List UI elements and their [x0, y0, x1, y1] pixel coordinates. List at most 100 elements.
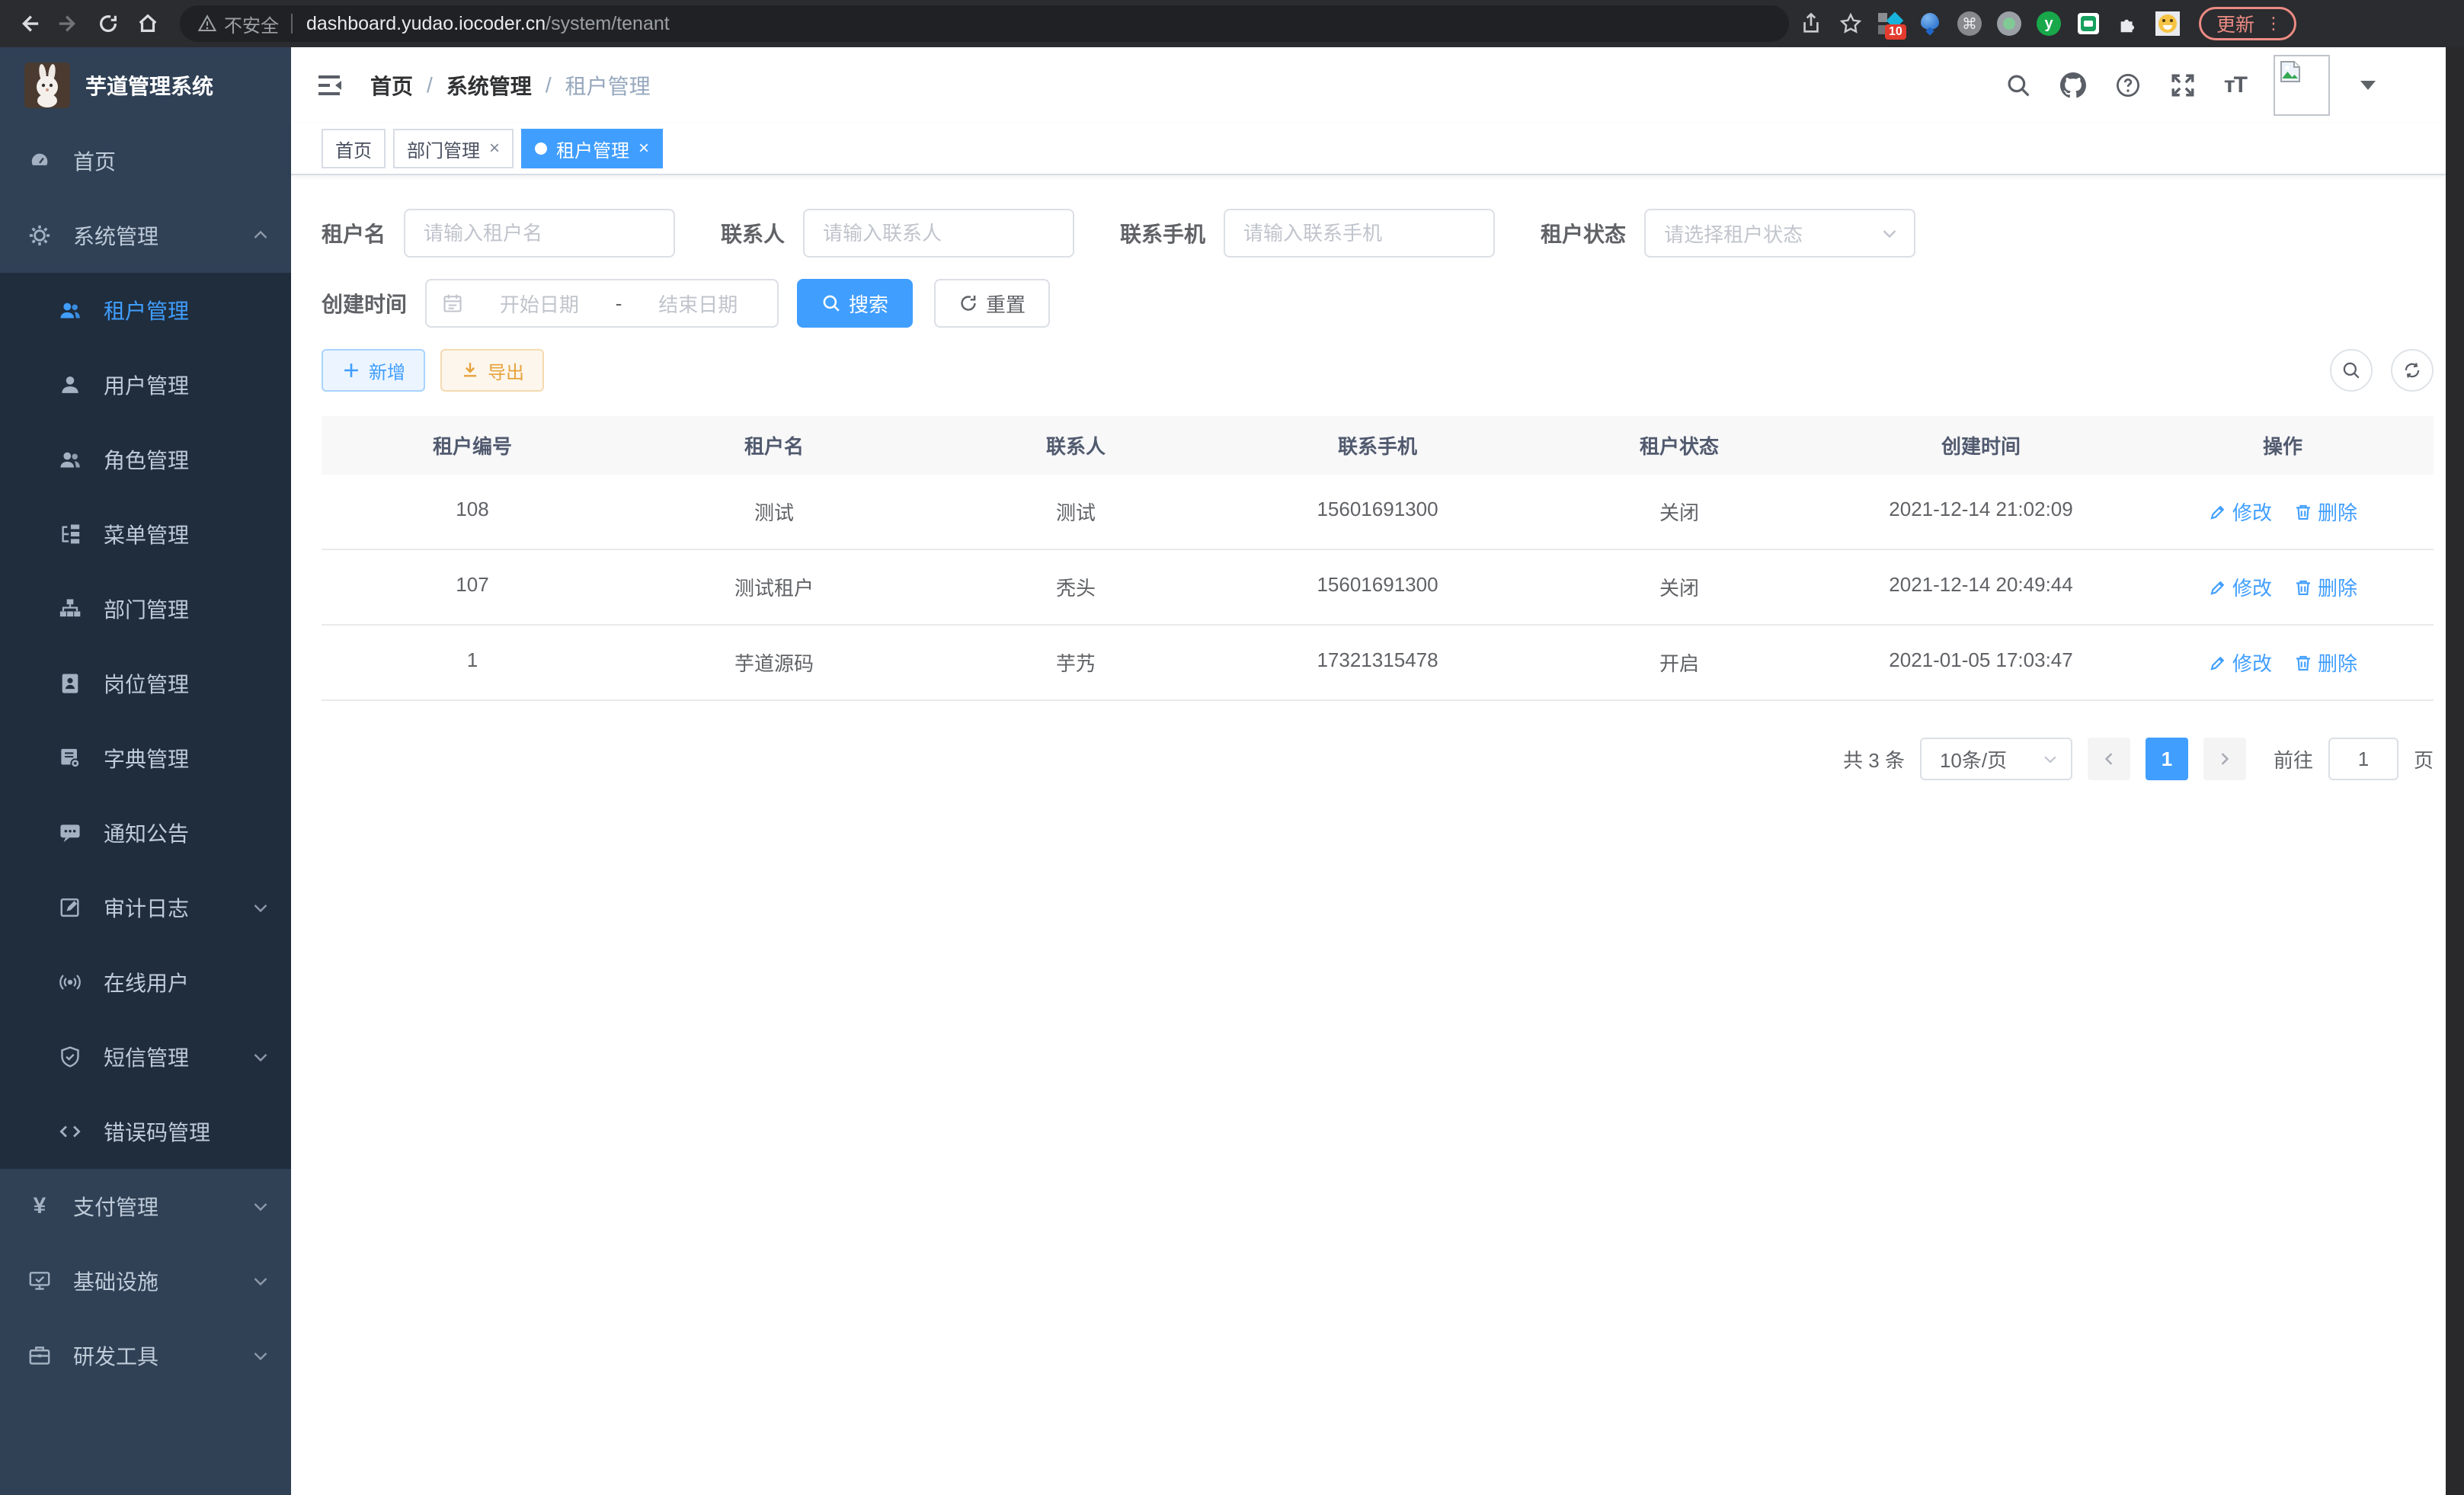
address-bar[interactable]: 不安全 dashboard.yudao.iocoder.cn/system/te… — [180, 5, 1789, 42]
browser-home-icon[interactable] — [128, 4, 168, 43]
tab-tenant[interactable]: 租户管理 × — [521, 129, 663, 168]
sidebar-item-home[interactable]: 首页 — [0, 123, 291, 198]
sidebar-item-payment[interactable]: ¥ 支付管理 — [0, 1169, 291, 1244]
browser-forward-icon[interactable] — [49, 4, 88, 43]
fullscreen-icon[interactable] — [2169, 72, 2197, 99]
browser-reload-icon[interactable] — [88, 4, 128, 43]
code-icon — [58, 1119, 82, 1144]
sidebar-item-user[interactable]: 用户管理 — [0, 347, 291, 422]
edit-link[interactable]: 修改 — [2208, 573, 2272, 601]
extensions-puzzle-icon[interactable] — [2115, 11, 2141, 37]
refresh-icon — [2402, 360, 2422, 380]
edit-log-icon — [58, 895, 82, 920]
sidebar-item-sms[interactable]: 短信管理 — [0, 1020, 291, 1094]
app-title: 芋道管理系统 — [85, 70, 213, 101]
browser-back-icon[interactable] — [9, 4, 49, 43]
export-button[interactable]: 导出 — [440, 349, 544, 392]
sidebar-item-dict[interactable]: 字典管理 — [0, 721, 291, 796]
help-icon[interactable] — [2114, 72, 2142, 99]
sidebar-item-dev-tools[interactable]: 研发工具 — [0, 1318, 291, 1393]
page-number-active[interactable]: 1 — [2146, 738, 2188, 780]
page-size-select[interactable]: 10条/页 — [1920, 738, 2072, 780]
reset-button[interactable]: 重置 — [934, 279, 1050, 328]
delete-link[interactable]: 删除 — [2293, 648, 2357, 677]
font-size-icon[interactable]: ᴛT — [2224, 72, 2246, 98]
pagination: 共 3 条 10条/页 1 前往 页 — [322, 738, 2434, 780]
show-search-button[interactable] — [2330, 349, 2373, 392]
sidebar-item-role[interactable]: 角色管理 — [0, 422, 291, 497]
edit-link[interactable]: 修改 — [2208, 648, 2272, 677]
delete-link[interactable]: 删除 — [2293, 498, 2357, 526]
breadcrumb-separator: / — [427, 73, 433, 98]
extension-y-icon[interactable]: y — [2036, 11, 2062, 37]
avatar-dropdown-icon[interactable] — [2360, 81, 2376, 90]
extension-record-icon[interactable] — [1996, 11, 2022, 37]
sidebar-item-audit-log[interactable]: 审计日志 — [0, 870, 291, 945]
sidebar-item-tenant[interactable]: 租户管理 — [0, 273, 291, 347]
header-search-icon[interactable] — [2005, 72, 2032, 99]
extension-chat-icon[interactable] — [2075, 11, 2101, 37]
tab-home[interactable]: 首页 — [322, 129, 386, 168]
sidebar-toggle-icon[interactable] — [312, 69, 346, 102]
user-icon — [58, 373, 82, 397]
tab-label: 首页 — [335, 136, 372, 162]
prev-page-button[interactable] — [2088, 738, 2130, 780]
goto-page-input[interactable] — [2328, 738, 2398, 780]
browser-menu-icon[interactable]: ⋮ — [2265, 15, 2282, 32]
page-scrollbar[interactable] — [2446, 47, 2464, 1495]
sidebar-item-system[interactable]: 系统管理 — [0, 198, 291, 273]
bookmark-star-icon[interactable] — [1838, 11, 1864, 37]
page-unit-label: 页 — [2414, 745, 2434, 773]
mobile-input[interactable] — [1224, 209, 1495, 258]
breadcrumb-home[interactable]: 首页 — [370, 70, 413, 101]
chevron-down-icon — [251, 1346, 270, 1365]
col-tenant-id: 租户编号 — [322, 416, 623, 475]
share-icon[interactable] — [1798, 11, 1824, 37]
table-header: 租户编号 租户名 联系人 联系手机 租户状态 创建时间 操作 — [322, 416, 2434, 475]
sidebar-item-infra[interactable]: 基础设施 — [0, 1244, 291, 1318]
extension-balloon-icon[interactable] — [1917, 11, 1943, 37]
edit-link[interactable]: 修改 — [2208, 498, 2272, 526]
trash-icon — [2293, 502, 2313, 522]
app-logo[interactable]: 芋道管理系统 — [0, 47, 291, 123]
status-select[interactable]: 请选择租户状态 — [1644, 209, 1915, 258]
sidebar-item-notice[interactable]: 通知公告 — [0, 796, 291, 870]
tab-close-icon[interactable]: × — [489, 139, 500, 158]
roles-icon — [58, 447, 82, 472]
sidebar: 芋道管理系统 首页 系统管理 租户管 — [0, 47, 291, 1495]
next-page-button[interactable] — [2203, 738, 2246, 780]
add-button[interactable]: 新增 — [322, 349, 425, 392]
message-icon — [58, 821, 82, 845]
chevron-down-icon — [1880, 224, 1899, 242]
sidebar-item-online-users[interactable]: 在线用户 — [0, 945, 291, 1020]
profile-avatar-icon[interactable] — [2155, 11, 2181, 37]
date-start-placeholder: 开始日期 — [475, 290, 603, 318]
sidebar-item-menu[interactable]: 菜单管理 — [0, 497, 291, 571]
tree-icon — [58, 522, 82, 546]
delete-link[interactable]: 删除 — [2293, 573, 2357, 601]
tab-close-icon[interactable]: × — [638, 139, 649, 158]
github-icon[interactable] — [2059, 72, 2087, 99]
browser-update-button[interactable]: 更新 ⋮ — [2199, 7, 2296, 40]
sidebar-item-post[interactable]: 岗位管理 — [0, 646, 291, 721]
avatar[interactable] — [2274, 55, 2330, 116]
breadcrumb-section[interactable]: 系统管理 — [446, 70, 532, 101]
tab-label: 租户管理 — [556, 136, 629, 162]
total-count: 共 3 条 — [1843, 745, 1905, 773]
contact-input[interactable] — [803, 209, 1074, 258]
status-label: 租户状态 — [1541, 218, 1626, 248]
tab-dept[interactable]: 部门管理 × — [393, 129, 514, 168]
sidebar-item-dept[interactable]: 部门管理 — [0, 571, 291, 646]
sidebar-item-error-code[interactable]: 错误码管理 — [0, 1094, 291, 1169]
extension-workspace-icon[interactable]: 10 — [1877, 11, 1903, 37]
refresh-table-button[interactable] — [2391, 349, 2434, 392]
search-button[interactable]: 搜索 — [797, 279, 913, 328]
tenant-name-input[interactable] — [404, 209, 675, 258]
extension-command-icon[interactable]: ⌘ — [1957, 11, 1982, 37]
id-badge-icon — [58, 671, 82, 696]
date-range-picker[interactable]: 开始日期 - 结束日期 — [425, 279, 779, 328]
broadcast-icon — [58, 970, 82, 994]
navbar: 首页 / 系统管理 / 租户管理 — [291, 47, 2464, 123]
main-area: 首页 / 系统管理 / 租户管理 — [291, 47, 2464, 1495]
security-label[interactable]: 不安全 — [224, 11, 279, 37]
